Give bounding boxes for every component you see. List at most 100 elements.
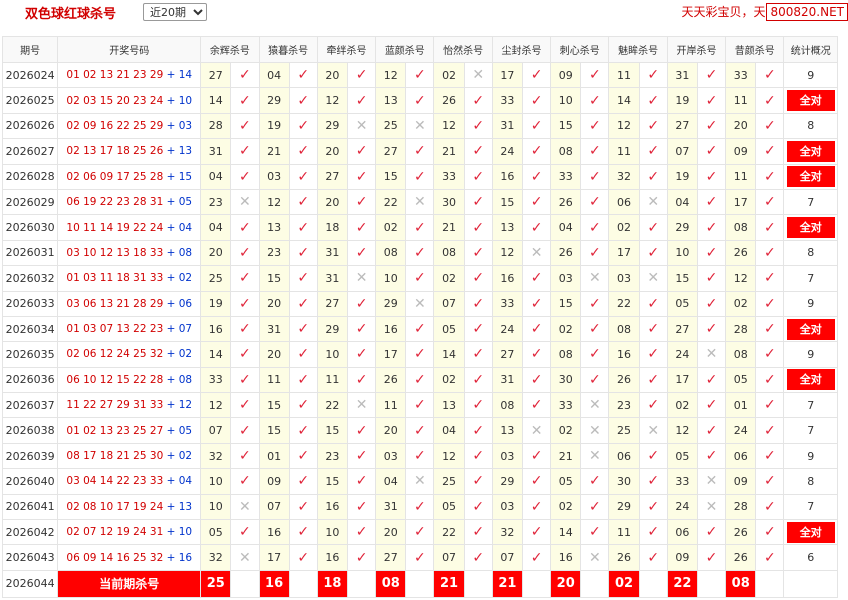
current-kill-number: 08 <box>725 569 757 598</box>
kill-result-hit: ✓ <box>638 87 668 114</box>
kill-result-miss: ✕ <box>696 468 727 495</box>
kill-number: 24 <box>666 493 698 521</box>
current-kill-spacer <box>521 569 552 598</box>
blue-ball: 15 <box>178 170 193 183</box>
check-icon: ✓ <box>764 270 776 287</box>
kill-result-hit: ✓ <box>696 442 727 470</box>
red-balls: 08 17 18 21 25 30 <box>66 450 164 463</box>
kill-result-hit: ✓ <box>521 290 552 317</box>
check-icon: ✓ <box>589 371 601 388</box>
kill-number: 27 <box>316 290 349 317</box>
kill-result-hit: ✓ <box>580 519 610 546</box>
kill-result-hit: ✓ <box>521 61 552 89</box>
kill-result-miss: ✕ <box>521 239 552 267</box>
kill-result-hit: ✓ <box>696 315 727 343</box>
current-kill-spacer <box>638 569 668 598</box>
kill-result-hit: ✓ <box>580 239 610 267</box>
table-row: 2026041 02 08 10 17 19 24 + 13 10 ✕ 07 ✓ 16 ✓ 31… <box>1 493 838 521</box>
kill-result-hit: ✓ <box>288 341 318 368</box>
kill-result-hit: ✓ <box>755 493 785 521</box>
kill-number: 15 <box>258 265 290 292</box>
kill-result-hit: ✓ <box>755 138 785 165</box>
table-header-row: 期号 开奖号码 余辉杀号 猿暮杀号 牵绊杀号 蓝颜杀号 怡然杀号 尘封杀号 刺心… <box>1 36 838 63</box>
kill-result-miss: ✕ <box>230 544 260 571</box>
header-kill-1: 余辉杀号 <box>200 36 260 63</box>
kill-result-miss: ✕ <box>346 265 377 292</box>
check-icon: ✓ <box>355 67 368 84</box>
kill-number: 29 <box>316 315 349 343</box>
header-kill-10: 昔颜杀号 <box>725 36 785 63</box>
kill-number: 17 <box>725 188 757 216</box>
kill-result-hit: ✓ <box>405 366 435 394</box>
check-icon: ✓ <box>355 219 368 236</box>
check-icon: ✓ <box>297 371 310 388</box>
kill-number: 11 <box>608 519 640 546</box>
kill-result-hit: ✓ <box>638 544 668 571</box>
kill-result-hit: ✓ <box>288 290 318 317</box>
check-icon: ✓ <box>705 448 718 465</box>
draw-numbers: 01 03 11 18 31 33 + 02 <box>57 265 202 292</box>
red-balls: 01 03 11 18 31 33 <box>66 272 164 285</box>
kill-number: 16 <box>491 163 523 190</box>
brand-url[interactable]: 800820.NET <box>766 3 848 21</box>
cross-icon: ✕ <box>589 549 601 566</box>
kill-number: 09 <box>550 61 582 89</box>
kill-result-hit: ✓ <box>580 112 610 140</box>
kill-number: 11 <box>375 392 407 419</box>
check-icon: ✓ <box>705 168 718 185</box>
check-icon: ✓ <box>414 549 426 566</box>
draw-numbers: 10 11 14 19 22 24 + 04 <box>57 214 202 241</box>
current-kill-number: 16 <box>258 569 290 598</box>
kill-number: 17 <box>258 544 290 571</box>
kill-number: 33 <box>550 392 582 419</box>
check-icon: ✓ <box>589 346 601 363</box>
check-icon: ✓ <box>589 498 601 515</box>
issue-number: 2026025 <box>1 87 59 114</box>
kill-result-hit: ✓ <box>696 188 727 216</box>
blue-ball: 04 <box>178 475 193 488</box>
cross-icon: ✕ <box>239 194 251 211</box>
kill-result-hit: ✓ <box>521 138 552 165</box>
kill-result-hit: ✓ <box>463 163 493 190</box>
kill-number: 02 <box>550 315 582 343</box>
kill-number: 05 <box>725 366 757 394</box>
issue-number: 2026026 <box>1 112 59 140</box>
kill-number: 26 <box>725 544 757 571</box>
kill-result-hit: ✓ <box>405 519 435 546</box>
kill-number: 05 <box>200 519 232 546</box>
kill-number: 23 <box>258 239 290 267</box>
blue-ball: 02 <box>178 272 193 285</box>
brand-text: 天天彩宝贝，天 <box>681 5 766 19</box>
kill-result-miss: ✕ <box>580 544 610 571</box>
table-row: 2026026 02 09 16 22 25 29 + 03 28 ✓ 19 ✓ 29 ✕ 25… <box>1 112 838 140</box>
current-kill-spacer <box>463 569 493 598</box>
cross-icon: ✕ <box>472 67 485 84</box>
check-icon: ✓ <box>239 143 251 160</box>
kill-number: 04 <box>375 468 407 495</box>
summary-cell: 7 <box>783 392 838 419</box>
check-icon: ✓ <box>589 524 601 541</box>
kill-result-hit: ✓ <box>463 265 493 292</box>
cross-icon: ✕ <box>705 498 718 515</box>
check-icon: ✓ <box>297 295 310 312</box>
check-icon: ✓ <box>472 219 485 236</box>
header-kill-3: 牵绊杀号 <box>316 36 377 63</box>
kill-result-hit: ✓ <box>580 493 610 521</box>
kill-result-hit: ✓ <box>521 112 552 140</box>
kill-result-hit: ✓ <box>521 87 552 114</box>
check-icon: ✓ <box>472 92 485 109</box>
check-icon: ✓ <box>530 67 543 84</box>
kill-number: 02 <box>433 366 465 394</box>
kill-result-miss: ✕ <box>405 290 435 317</box>
check-icon: ✓ <box>647 448 660 465</box>
check-icon: ✓ <box>472 168 485 185</box>
blue-ball: 02 <box>178 348 193 361</box>
kill-number: 20 <box>258 290 290 317</box>
check-icon: ✓ <box>355 371 368 388</box>
kill-result-hit: ✓ <box>638 315 668 343</box>
kill-number: 12 <box>725 265 757 292</box>
period-select[interactable]: 近20期 <box>143 3 207 21</box>
kill-number: 12 <box>200 392 232 419</box>
kill-result-hit: ✓ <box>288 468 318 495</box>
kill-number: 05 <box>666 290 698 317</box>
